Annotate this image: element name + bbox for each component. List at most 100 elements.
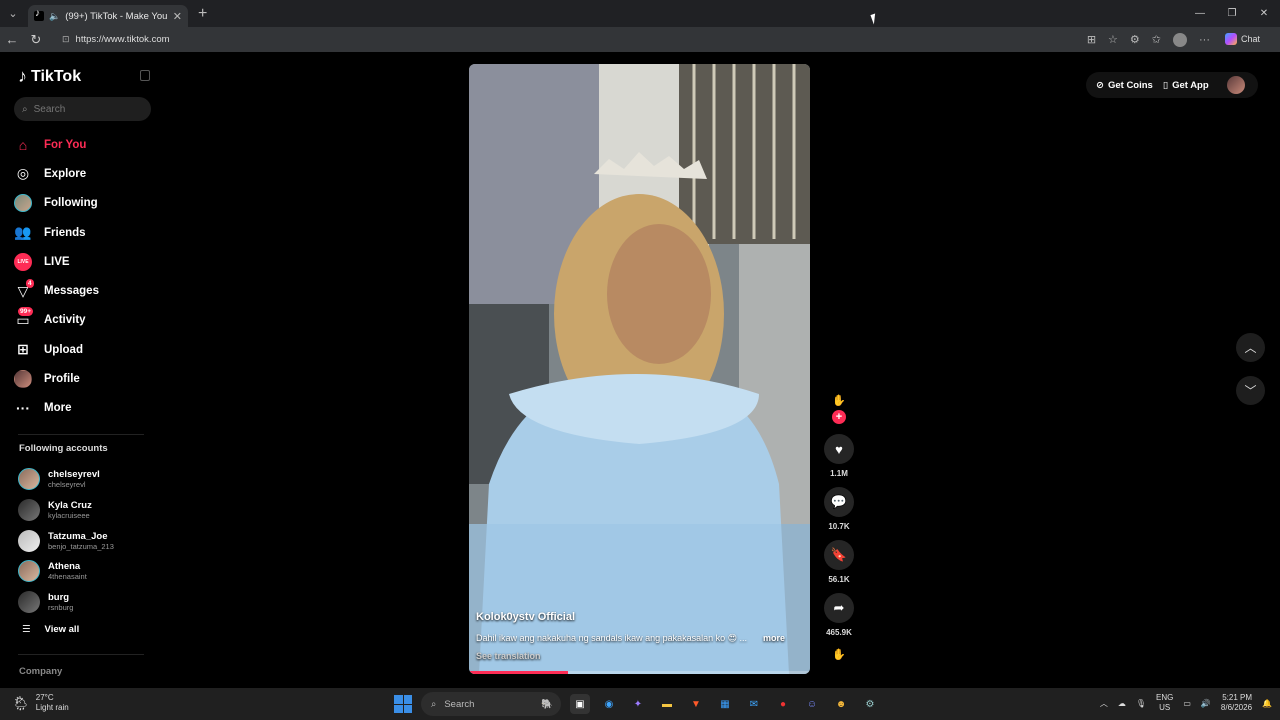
window-controls: — ❐ ✕ xyxy=(1184,0,1280,27)
nav-messages[interactable]: ▽ 4 Messages xyxy=(14,276,154,305)
app-icon[interactable]: ● xyxy=(773,694,793,714)
save-count: 56.1K xyxy=(828,575,850,584)
file-explorer-icon[interactable]: ▬ xyxy=(657,694,677,714)
weather-text: Light rain xyxy=(35,703,69,712)
speaker-icon[interactable]: 🔈 xyxy=(49,11,60,22)
collapse-sidebar-icon[interactable] xyxy=(140,70,150,81)
live-icon: LIVE xyxy=(14,252,32,271)
url-field[interactable]: ⊡ https://www.tiktok.com xyxy=(56,30,1076,50)
see-translation-link[interactable]: See translation xyxy=(476,651,541,661)
edge-icon[interactable]: ◉ xyxy=(599,694,619,714)
discord-icon[interactable]: ☺ xyxy=(802,694,822,714)
chat-app-icon[interactable]: ☻ xyxy=(831,694,851,714)
nav-profile[interactable]: Profile xyxy=(14,364,154,393)
share-button[interactable]: ➦ xyxy=(824,593,854,623)
tiktok-logo[interactable]: ♪ TikTok xyxy=(18,66,81,87)
follow-plus-icon[interactable]: + xyxy=(832,410,846,424)
account-item[interactable]: burg rsnburg xyxy=(18,587,114,618)
tray-overflow-icon[interactable]: ︿ xyxy=(1100,698,1108,709)
close-window-button[interactable]: ✕ xyxy=(1248,0,1280,27)
company-section[interactable]: Company xyxy=(19,666,62,677)
onedrive-icon[interactable]: ☁ xyxy=(1118,699,1126,708)
notifications-icon[interactable]: 🔔 xyxy=(1262,699,1272,708)
nav-for-you[interactable]: ⌂ For You xyxy=(14,130,154,159)
close-tab-icon[interactable]: ✕ xyxy=(173,10,182,23)
volume-icon[interactable]: 🔊 xyxy=(1201,699,1211,708)
nav-activity[interactable]: ▭ 99+ Activity xyxy=(14,306,154,335)
app-available-icon[interactable]: ⊞ xyxy=(1087,33,1096,46)
nav-upload[interactable]: ⊞ Upload xyxy=(14,335,154,364)
copilot-app-icon[interactable]: ✦ xyxy=(628,694,648,714)
start-button[interactable] xyxy=(394,695,412,713)
account-item[interactable]: chelseyrevl chelseyrevl xyxy=(18,464,114,495)
favorites-icon[interactable]: ✩ xyxy=(1152,33,1161,46)
microphone-icon[interactable]: 🎙 xyxy=(1136,699,1146,708)
task-view-icon[interactable]: ▣ xyxy=(570,694,590,714)
search-input[interactable] xyxy=(33,103,134,115)
account-item[interactable]: Athena 4thenasaint xyxy=(18,556,114,587)
site-info-icon[interactable]: ⊡ xyxy=(62,34,70,45)
video-author[interactable]: Kolok0ystv Official xyxy=(476,611,575,623)
minimize-button[interactable]: — xyxy=(1184,0,1216,27)
new-tab-button[interactable]: + xyxy=(198,5,207,23)
nav-label: For You xyxy=(44,138,87,151)
browser-tab[interactable]: 🔈 (99+) TikTok - Make Your Day ✕ xyxy=(28,5,188,27)
video-actions: ✋ + ♥ 1.1M 💬 10.7K 🔖 56.1K ➦ 465.9K ✋ xyxy=(822,386,856,665)
brave-icon[interactable]: ▼ xyxy=(686,694,706,714)
account-item[interactable]: Kyla Cruz kylacruiseee xyxy=(18,495,114,526)
taskbar-search[interactable]: ⌕ Search 🐘 xyxy=(421,692,561,716)
profile-avatar-icon[interactable] xyxy=(1173,32,1187,47)
view-all-button[interactable]: ☰ View all xyxy=(22,624,79,635)
save-button[interactable]: 🔖 xyxy=(824,540,854,570)
like-count: 1.1M xyxy=(830,469,848,478)
comment-button[interactable]: 💬 xyxy=(824,487,854,517)
network-icon[interactable]: ▭ xyxy=(1183,699,1191,708)
store-icon[interactable]: ▦ xyxy=(715,694,735,714)
nav-explore[interactable]: ◎ Explore xyxy=(14,159,154,188)
view-all-label: View all xyxy=(44,624,80,635)
nav-live[interactable]: LIVE LIVE xyxy=(14,247,154,276)
language-code: ENG xyxy=(1156,693,1174,702)
outlook-icon[interactable]: ✉ xyxy=(744,694,764,714)
get-app-button[interactable]: ▯ Get App xyxy=(1163,80,1209,91)
chevron-up-icon: ︿ xyxy=(1244,341,1257,355)
temperature: 27°C xyxy=(35,693,54,702)
more-link[interactable]: more xyxy=(763,633,785,643)
tiktok-favicon-icon xyxy=(34,8,44,21)
divider xyxy=(18,654,144,655)
nav-friends[interactable]: 👥 Friends xyxy=(14,218,154,247)
tab-actions-menu[interactable]: ⌄ xyxy=(0,0,26,27)
steam-icon[interactable]: ⚙ xyxy=(860,694,880,714)
refresh-button[interactable]: ↻ xyxy=(24,32,48,48)
weather-widget[interactable]: 🌦 27°C Light rain xyxy=(12,693,69,713)
next-video-button[interactable]: ﹀ xyxy=(1236,376,1265,405)
copilot-chat-button[interactable]: Chat xyxy=(1224,33,1260,45)
get-coins-button[interactable]: ⊘ Get Coins xyxy=(1096,80,1153,91)
creator-avatar[interactable]: ✋ + xyxy=(825,386,853,424)
settings-more-icon[interactable]: ··· xyxy=(1199,34,1210,46)
comment-count: 10.7K xyxy=(828,522,850,531)
system-tray: ︿ ☁ 🎙 ENG US ▭ 🔊 5:21 PM 8/6/2026 🔔 xyxy=(1100,693,1272,713)
music-disc[interactable]: ✋ xyxy=(828,643,850,665)
chat-label: Chat xyxy=(1240,34,1260,44)
home-icon: ⌂ xyxy=(18,136,28,153)
video-progress-bar[interactable] xyxy=(469,671,810,674)
clock[interactable]: 5:21 PM 8/6/2026 xyxy=(1221,693,1252,713)
nav-following[interactable]: Following xyxy=(14,189,154,218)
account-name: Tatzuma_Joe xyxy=(48,530,108,542)
description-text: Dahil ikaw ang nakakuha ng sandals ikaw … xyxy=(476,633,748,643)
restore-button[interactable]: ❐ xyxy=(1216,0,1248,27)
account-item[interactable]: Tatzuma_Joe benjo_tatzuma_213 xyxy=(18,525,114,556)
nav-more[interactable]: ··· More xyxy=(14,394,154,423)
back-button[interactable]: ← xyxy=(0,32,24,47)
like-button[interactable]: ♥ xyxy=(824,434,854,464)
user-avatar[interactable] xyxy=(1226,76,1245,94)
search-box[interactable]: ⌕ xyxy=(14,97,151,121)
previous-video-button[interactable]: ︿ xyxy=(1236,333,1265,362)
browser-tab-bar: ⌄ 🔈 (99+) TikTok - Make Your Day ✕ + — ❐… xyxy=(0,0,1280,27)
url-text: https://www.tiktok.com xyxy=(75,34,170,45)
video-player[interactable]: Kolok0ystv Official Dahil ikaw ang nakak… xyxy=(469,64,810,674)
language-indicator[interactable]: ENG US xyxy=(1156,693,1173,713)
favorite-star-icon[interactable]: ☆ xyxy=(1108,33,1118,46)
extensions-icon[interactable]: ⚙ xyxy=(1130,33,1140,46)
